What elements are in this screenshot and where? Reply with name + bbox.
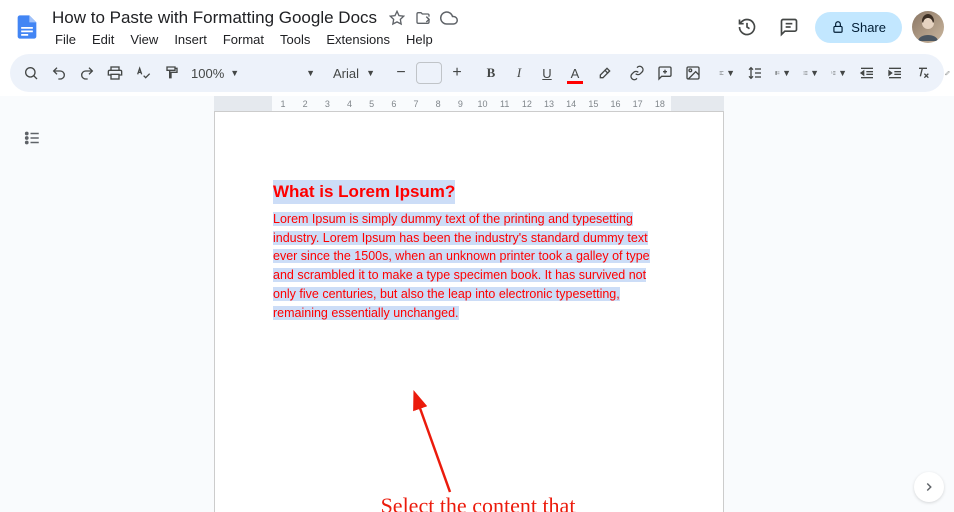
insert-link-button[interactable] — [624, 59, 650, 87]
cloud-status-icon[interactable] — [439, 8, 459, 28]
align-button[interactable]: ▼ — [714, 59, 740, 87]
bulleted-list-button[interactable]: ▼ — [798, 59, 824, 87]
underline-button[interactable]: U — [534, 59, 560, 87]
avatar[interactable] — [912, 11, 944, 43]
menu-file[interactable]: File — [48, 30, 83, 49]
numbered-list-button[interactable]: 12▼ — [826, 59, 852, 87]
font-size-decrease[interactable]: − — [388, 59, 414, 87]
text-color-button[interactable]: A — [562, 59, 588, 87]
document-title[interactable]: How to Paste with Formatting Google Docs — [48, 6, 381, 30]
insert-image-button[interactable] — [680, 59, 706, 87]
doc-heading[interactable]: What is Lorem Ipsum? — [273, 180, 455, 204]
move-icon[interactable] — [413, 8, 433, 28]
font-size-increase[interactable]: + — [444, 59, 470, 87]
comments-icon[interactable] — [773, 11, 805, 43]
star-icon[interactable] — [387, 8, 407, 28]
title-area: How to Paste with Formatting Google Docs… — [48, 6, 731, 49]
document-page[interactable]: What is Lorem Ipsum? Lorem Ipsum is simp… — [214, 111, 724, 512]
add-comment-button[interactable] — [652, 59, 678, 87]
share-label: Share — [851, 20, 886, 35]
menu-tools[interactable]: Tools — [273, 30, 317, 49]
menu-view[interactable]: View — [123, 30, 165, 49]
menu-edit[interactable]: Edit — [85, 30, 121, 49]
increase-indent-button[interactable] — [882, 59, 908, 87]
menu-extensions[interactable]: Extensions — [319, 30, 397, 49]
editing-mode-button[interactable]: ▼ — [940, 59, 954, 87]
explore-fab-icon[interactable] — [914, 472, 944, 502]
paint-format-icon[interactable] — [158, 59, 184, 87]
clear-formatting-button[interactable] — [910, 59, 936, 87]
menu-bar: File Edit View Insert Format Tools Exten… — [48, 30, 731, 49]
italic-button[interactable]: I — [506, 59, 532, 87]
search-menus-icon[interactable] — [18, 59, 44, 87]
history-icon[interactable] — [731, 11, 763, 43]
print-icon[interactable] — [102, 59, 128, 87]
line-spacing-button[interactable] — [742, 59, 768, 87]
checklist-button[interactable]: ▼ — [770, 59, 796, 87]
bold-button[interactable]: B — [478, 59, 504, 87]
svg-text:1: 1 — [831, 71, 832, 73]
decrease-indent-button[interactable] — [854, 59, 880, 87]
font-dropdown[interactable]: Arial▼ — [328, 59, 380, 87]
doc-body-text[interactable]: Lorem Ipsum is simply dummy text of the … — [273, 212, 650, 320]
undo-icon[interactable] — [46, 59, 72, 87]
spellcheck-icon[interactable] — [130, 59, 156, 87]
paragraph-style-dropdown[interactable]: ▼ — [244, 59, 320, 87]
menu-format[interactable]: Format — [216, 30, 271, 49]
title-bar: How to Paste with Formatting Google Docs… — [0, 0, 954, 50]
menu-help[interactable]: Help — [399, 30, 440, 49]
editor-area: 123456789101112131415161718 What is Lore… — [0, 96, 954, 512]
menu-insert[interactable]: Insert — [167, 30, 214, 49]
zoom-dropdown[interactable]: 100%▼ — [186, 59, 236, 87]
toolbar: 100%▼ ▼ Arial▼ − + B I U A ▼ ▼ ▼ 12▼ ▼ — [10, 54, 944, 92]
highlight-button[interactable] — [590, 59, 616, 87]
font-size-input[interactable] — [416, 62, 442, 84]
docs-logo[interactable] — [10, 10, 44, 44]
redo-icon[interactable] — [74, 59, 100, 87]
share-button[interactable]: Share — [815, 12, 902, 43]
outline-toggle-icon[interactable] — [18, 124, 46, 152]
svg-text:2: 2 — [831, 73, 832, 75]
horizontal-ruler[interactable]: 123456789101112131415161718 — [214, 96, 724, 111]
